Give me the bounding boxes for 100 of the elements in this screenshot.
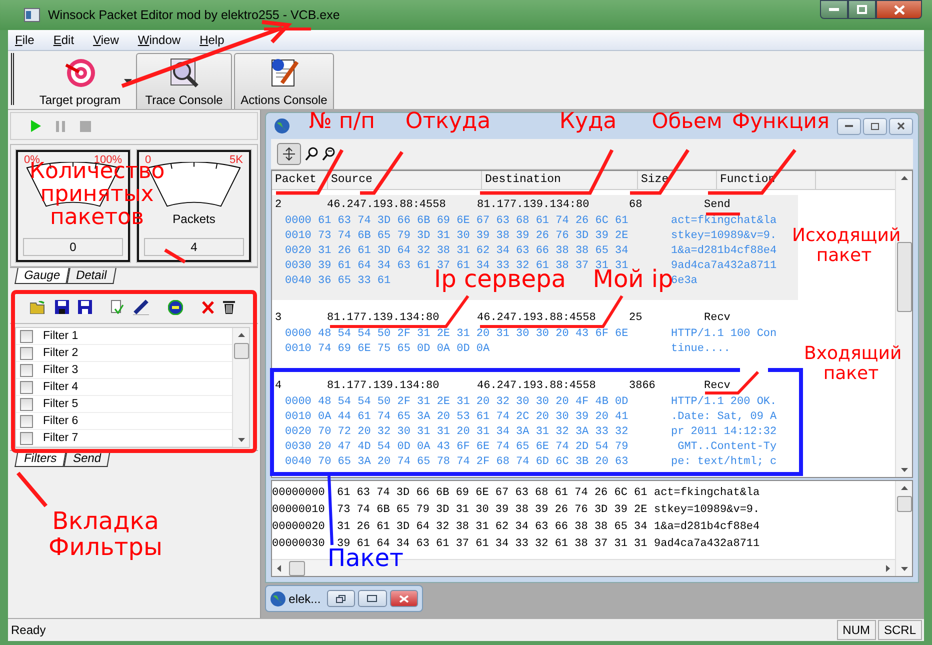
minimize-button[interactable] — [837, 118, 861, 134]
checkbox[interactable] — [20, 398, 33, 410]
ascii-text: 9ad4ca7a432a8711 — [671, 260, 777, 272]
minimized-window[interactable]: elek... — [265, 585, 423, 612]
checkbox[interactable] — [20, 432, 33, 444]
annotation-text: № п/п — [308, 110, 376, 134]
scrollbar[interactable] — [895, 481, 912, 576]
filter-item[interactable]: Filter 1 — [16, 328, 232, 345]
packet-function: Send — [704, 199, 732, 211]
packet-size: 68 — [629, 199, 644, 211]
gauge-value: 4 — [144, 238, 244, 256]
scroll-up-icon — [900, 176, 908, 180]
ascii-text: 6e3a — [671, 274, 698, 286]
menu-item[interactable]: Window — [138, 33, 181, 47]
menu-item[interactable]: Edit — [53, 33, 74, 47]
scrollbar-thumb[interactable] — [234, 343, 248, 359]
hex-bytes: 73 74 6B 65 79 3D 31 30 39 38 39 26 76 3D 39 2E — [318, 230, 628, 242]
packet-size: 3866 — [629, 380, 656, 392]
scrollbar-thumb[interactable] — [896, 496, 912, 512]
minimize-icon — [845, 125, 853, 127]
column-header[interactable]: Destination — [482, 171, 638, 189]
menu-item[interactable]: View — [93, 33, 119, 47]
hex-offset: 0010 — [284, 410, 312, 422]
packet-size: 25 — [629, 312, 644, 324]
close-button[interactable] — [889, 118, 913, 134]
annotation-text: Функция — [732, 110, 826, 133]
checkbox[interactable] — [20, 380, 33, 394]
minimize-button[interactable] — [820, 0, 848, 19]
console-button[interactable]: Trace Console — [136, 53, 232, 109]
hex-offset: 0010 — [284, 230, 312, 242]
panel-tab[interactable]: Detail — [66, 268, 116, 284]
status-text: Ready — [11, 623, 46, 637]
target-program-button[interactable]: Target program — [24, 53, 136, 109]
destination-address: 46.247.193.88:4558 — [477, 380, 597, 392]
filter-item[interactable]: Filter 3 — [16, 362, 232, 379]
maximize-button[interactable] — [863, 118, 887, 134]
annotation-line — [630, 149, 690, 195]
scrollbar[interactable] — [232, 328, 249, 447]
scrollbar-thumb[interactable] — [896, 242, 912, 312]
close-icon — [398, 594, 409, 603]
move-arrows-icon — [281, 147, 297, 161]
filter-item[interactable]: Filter 5 — [16, 396, 232, 413]
window-label: elek... — [288, 592, 321, 606]
ascii-text: HTTP/1.1 100 Con — [671, 328, 777, 340]
scrollbar-thumb[interactable] — [289, 560, 305, 576]
trash-icon[interactable] — [223, 300, 235, 314]
globe-icon — [270, 590, 286, 607]
menu-item[interactable]: File — [15, 33, 34, 47]
checkbox[interactable] — [20, 330, 33, 342]
maximize-button[interactable] — [358, 590, 387, 608]
hex-offset: 0010 — [284, 342, 312, 354]
packet-entry[interactable]: 3 81.177.139.134:80 46.247.193.88:4558 25 Recv 0000 48 54 54 50 2F 31 2E 31 20 31 30 30 20 43 6F 6E HTTP/1.1 100 Con 0010 74 69 6E 75 65 0D 0A 0D 0A tinue.... — [272, 308, 798, 368]
column-header[interactable]: Size — [638, 171, 717, 189]
delete-icon[interactable] — [202, 300, 214, 314]
search-icon[interactable] — [305, 147, 318, 161]
hex-offset: 00000020 — [272, 520, 326, 532]
source-address: 46.247.193.88:4558 — [327, 199, 447, 211]
filter-item[interactable]: Filter 4 — [16, 379, 232, 396]
pen-icon[interactable] — [133, 299, 149, 315]
hex-bytes: 61 63 74 3D 66 6B 69 6E 67 63 68 61 74 26 6C 61 — [337, 486, 648, 498]
scroll-down-icon — [900, 567, 908, 572]
gauge-label: Packets — [172, 212, 216, 226]
filter-item[interactable]: Filter 2 — [16, 345, 232, 362]
packet-number: 2 — [275, 199, 283, 211]
maximize-button[interactable] — [848, 0, 876, 19]
packet-number: 3 — [275, 312, 283, 324]
checkbox[interactable] — [20, 414, 33, 428]
console-button[interactable]: Actions Console — [234, 53, 334, 109]
gauge-value: 0 — [23, 238, 123, 256]
filter-item[interactable]: Filter 7 — [16, 430, 232, 447]
ascii-text: act=fkingchat&la — [671, 214, 777, 226]
save-icon[interactable] — [55, 300, 69, 314]
menu-item[interactable]: Help — [200, 33, 224, 47]
column-header[interactable]: Source — [328, 171, 482, 189]
folder-icon[interactable] — [30, 300, 46, 314]
hex-offset: 0000 — [284, 214, 312, 226]
maximize-icon — [857, 5, 867, 14]
hex-offset: 00000010 — [272, 504, 326, 516]
scroll-down-icon — [900, 468, 908, 472]
destination-address: 81.177.139.134:80 — [477, 199, 590, 211]
move-tool-button[interactable] — [277, 143, 301, 165]
close-button[interactable] — [876, 0, 922, 19]
caret-icon — [124, 79, 132, 84]
hex-bytes: 48 54 54 50 2F 31 2E 31 20 31 30 30 20 43 6F 6E — [318, 328, 628, 340]
scroll-up-icon — [900, 486, 908, 490]
save-as-icon[interactable] — [78, 300, 92, 314]
panel-tab[interactable]: Gauge — [14, 268, 70, 284]
restore-button[interactable] — [326, 590, 356, 608]
check-document-icon[interactable] — [111, 300, 124, 314]
annotation-text: Вкладка Фильтры — [48, 508, 164, 560]
checkbox[interactable] — [20, 364, 33, 376]
filter-item[interactable]: Filter 6 — [16, 413, 232, 430]
search-icon[interactable] — [322, 147, 335, 161]
packet-function: Recv — [704, 380, 732, 392]
checkbox[interactable] — [20, 346, 33, 360]
ascii-text: HTTP/1.1 200 OK. — [671, 396, 777, 408]
status-indicator: NUM — [836, 620, 876, 640]
close-button[interactable] — [390, 590, 418, 608]
hex-bytes: 48 54 54 50 2F 31 2E 31 20 32 30 30 20 4F 4B 0D — [318, 396, 628, 408]
column-header[interactable]: Packet — [272, 171, 328, 189]
